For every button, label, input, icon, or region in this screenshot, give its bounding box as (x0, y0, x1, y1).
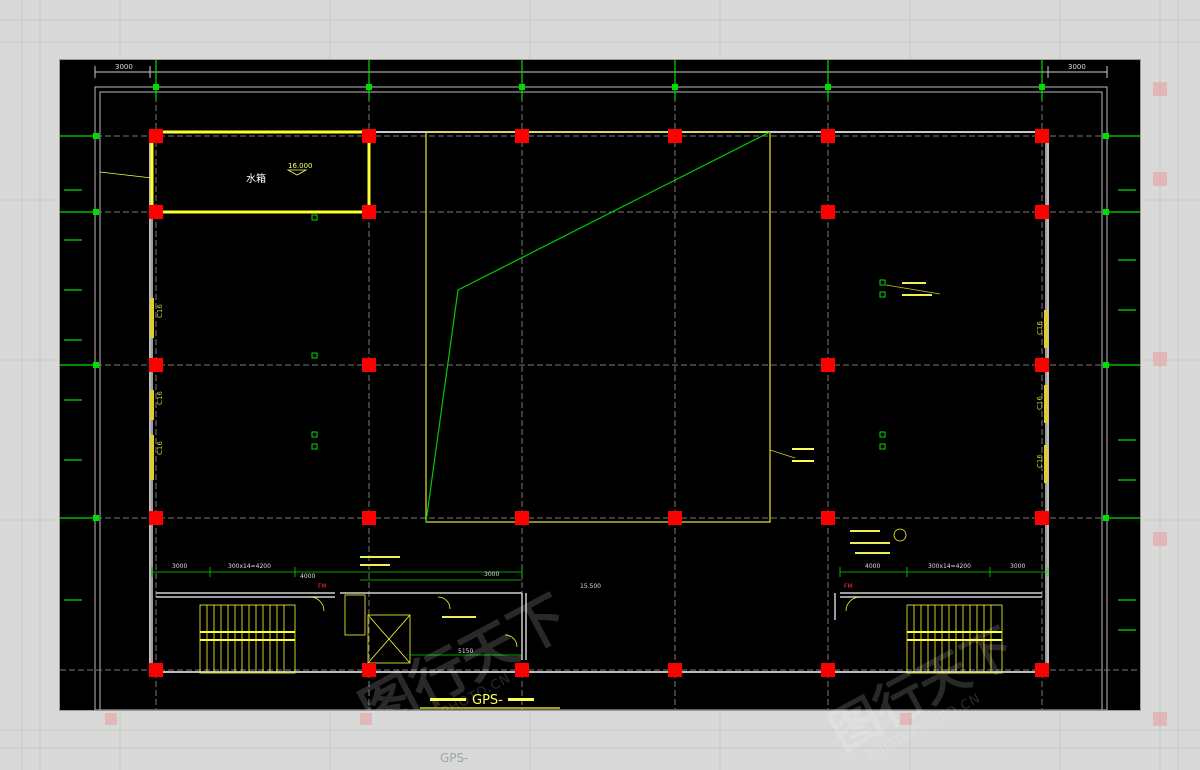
dim-4000-right: 4000 (865, 563, 880, 570)
room-note-marks (360, 556, 476, 618)
dim-right-top: 3000 (1068, 63, 1086, 71)
c16-label-3: C16 (156, 441, 164, 455)
c16-label-1: C16 (156, 304, 164, 318)
tank-leader-line (99, 171, 153, 179)
slope-note-marks (792, 448, 814, 462)
c16-label-6: C16 (1036, 454, 1044, 468)
dim-left-top: 3000 (115, 63, 133, 71)
fm-door-right: FM (844, 583, 853, 590)
elevation-marker (286, 169, 308, 176)
grid-axis-ticks (60, 60, 1140, 631)
beam-right-label: 300x14=4200 (928, 563, 971, 570)
structural-grid (60, 60, 1140, 710)
beam-left-label: 300x14=4200 (228, 563, 271, 570)
c16-label-2: C16 (156, 391, 164, 405)
dim-4000-left: 4000 (300, 573, 315, 580)
dim-3000-left: 3000 (172, 563, 187, 570)
tank-elevation-label: 16.000 (288, 162, 313, 170)
outside-title: GPS- (440, 751, 468, 765)
cad-floor-plan: 3000 3000 水箱 16.000 C16 C16 C16 C16 C16 … (60, 60, 1140, 710)
c16-label-5: C16 (1036, 396, 1044, 410)
c16-label-4: C16 (1036, 321, 1044, 335)
water-tank-label: 水箱 (246, 172, 266, 185)
dim-3000-mid: 3000 (484, 571, 499, 578)
stair-left (199, 604, 296, 674)
fm-door-left: FM (318, 583, 327, 590)
water-tank-outline (150, 130, 371, 214)
section-note-marks (850, 530, 890, 554)
top-dimension (94, 66, 1108, 78)
right-leader (885, 284, 941, 295)
dim-3000-right: 3000 (1010, 563, 1025, 570)
right-note-marks (902, 282, 932, 296)
cad-plan-frame: 3000 3000 水箱 16.000 C16 C16 C16 C16 C16 … (60, 60, 1140, 710)
doors (309, 596, 861, 648)
side-markers (150, 298, 1048, 483)
slope-line (425, 131, 771, 523)
grid-axis-dots (93, 84, 1109, 521)
small-markers (311, 214, 886, 450)
section-marker (893, 528, 907, 542)
elevation-mid-label: 15.500 (580, 583, 601, 590)
slope-leader (769, 449, 796, 459)
roof-opening-outline (425, 131, 771, 523)
